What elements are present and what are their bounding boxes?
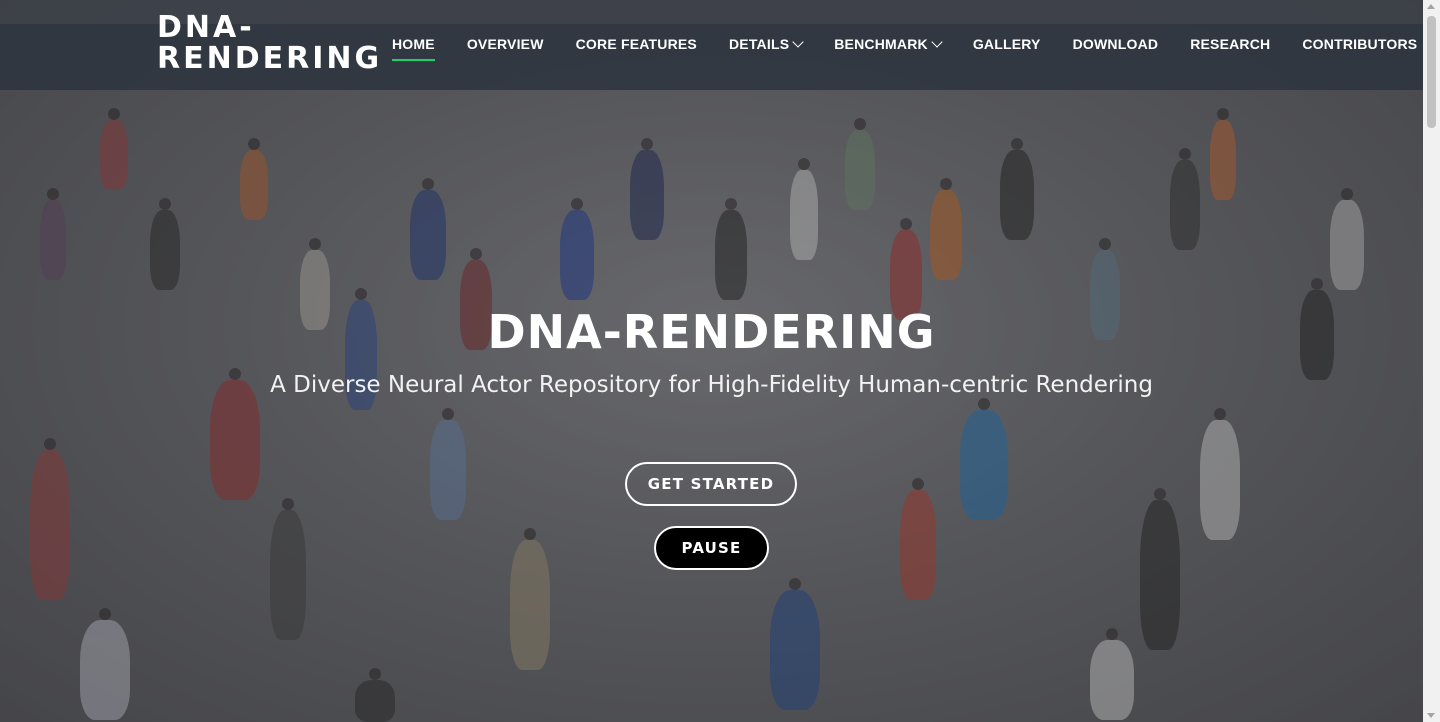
hero-overlay — [0, 0, 1423, 722]
chevron-down-icon — [792, 36, 804, 48]
nav-item-research[interactable]: RESEARCH — [1190, 36, 1270, 60]
nav-item-core-features[interactable]: CORE FEATURES — [576, 36, 697, 60]
scrollbar-thumb[interactable] — [1427, 16, 1436, 128]
nav-item-label: CONTRIBUTORS — [1302, 36, 1418, 52]
chevron-down-icon — [931, 36, 943, 48]
nav-item-label: HOME — [392, 36, 435, 52]
get-started-button[interactable]: GET STARTED — [625, 462, 797, 506]
hero-section: DNA- RENDERING HOME OVERVIEW CORE FEATUR… — [0, 0, 1423, 722]
scroll-up-arrow-icon[interactable] — [1427, 4, 1435, 9]
hero-title: DNA-RENDERING — [487, 305, 936, 359]
site-logo[interactable]: DNA- RENDERING — [157, 12, 382, 74]
nav-item-home[interactable]: HOME — [392, 36, 435, 61]
main-nav: HOME OVERVIEW CORE FEATURES DETAILS BENC… — [392, 36, 1423, 61]
nav-item-label: RESEARCH — [1190, 36, 1271, 52]
top-navbar: DNA- RENDERING HOME OVERVIEW CORE FEATUR… — [0, 0, 1423, 90]
nav-item-label: BENCHMARK — [834, 36, 928, 52]
logo-line-1: DNA- — [157, 10, 255, 45]
hero-subtitle: A Diverse Neural Actor Repository for Hi… — [270, 372, 1153, 398]
nav-item-download[interactable]: DOWNLOAD — [1073, 36, 1159, 60]
nav-item-details[interactable]: DETAILS — [728, 36, 804, 60]
nav-item-label: OVERVIEW — [466, 36, 544, 52]
nav-item-label: DOWNLOAD — [1072, 36, 1159, 52]
nav-item-label: CORE FEATURES — [575, 36, 697, 52]
logo-line-2: RENDERING — [157, 41, 383, 76]
nav-item-overview[interactable]: OVERVIEW — [467, 36, 544, 60]
nav-item-benchmark[interactable]: BENCHMARK — [834, 36, 943, 60]
nav-item-label: DETAILS — [728, 36, 790, 52]
page-scrollbar[interactable] — [1423, 0, 1440, 722]
nav-item-gallery[interactable]: GALLERY — [973, 36, 1041, 60]
pause-button[interactable]: PAUSE — [654, 526, 769, 570]
scroll-down-arrow-icon[interactable] — [1427, 713, 1435, 718]
nav-item-label: GALLERY — [972, 36, 1041, 52]
nav-item-contributors[interactable]: CONTRIBUTORS — [1302, 36, 1417, 60]
